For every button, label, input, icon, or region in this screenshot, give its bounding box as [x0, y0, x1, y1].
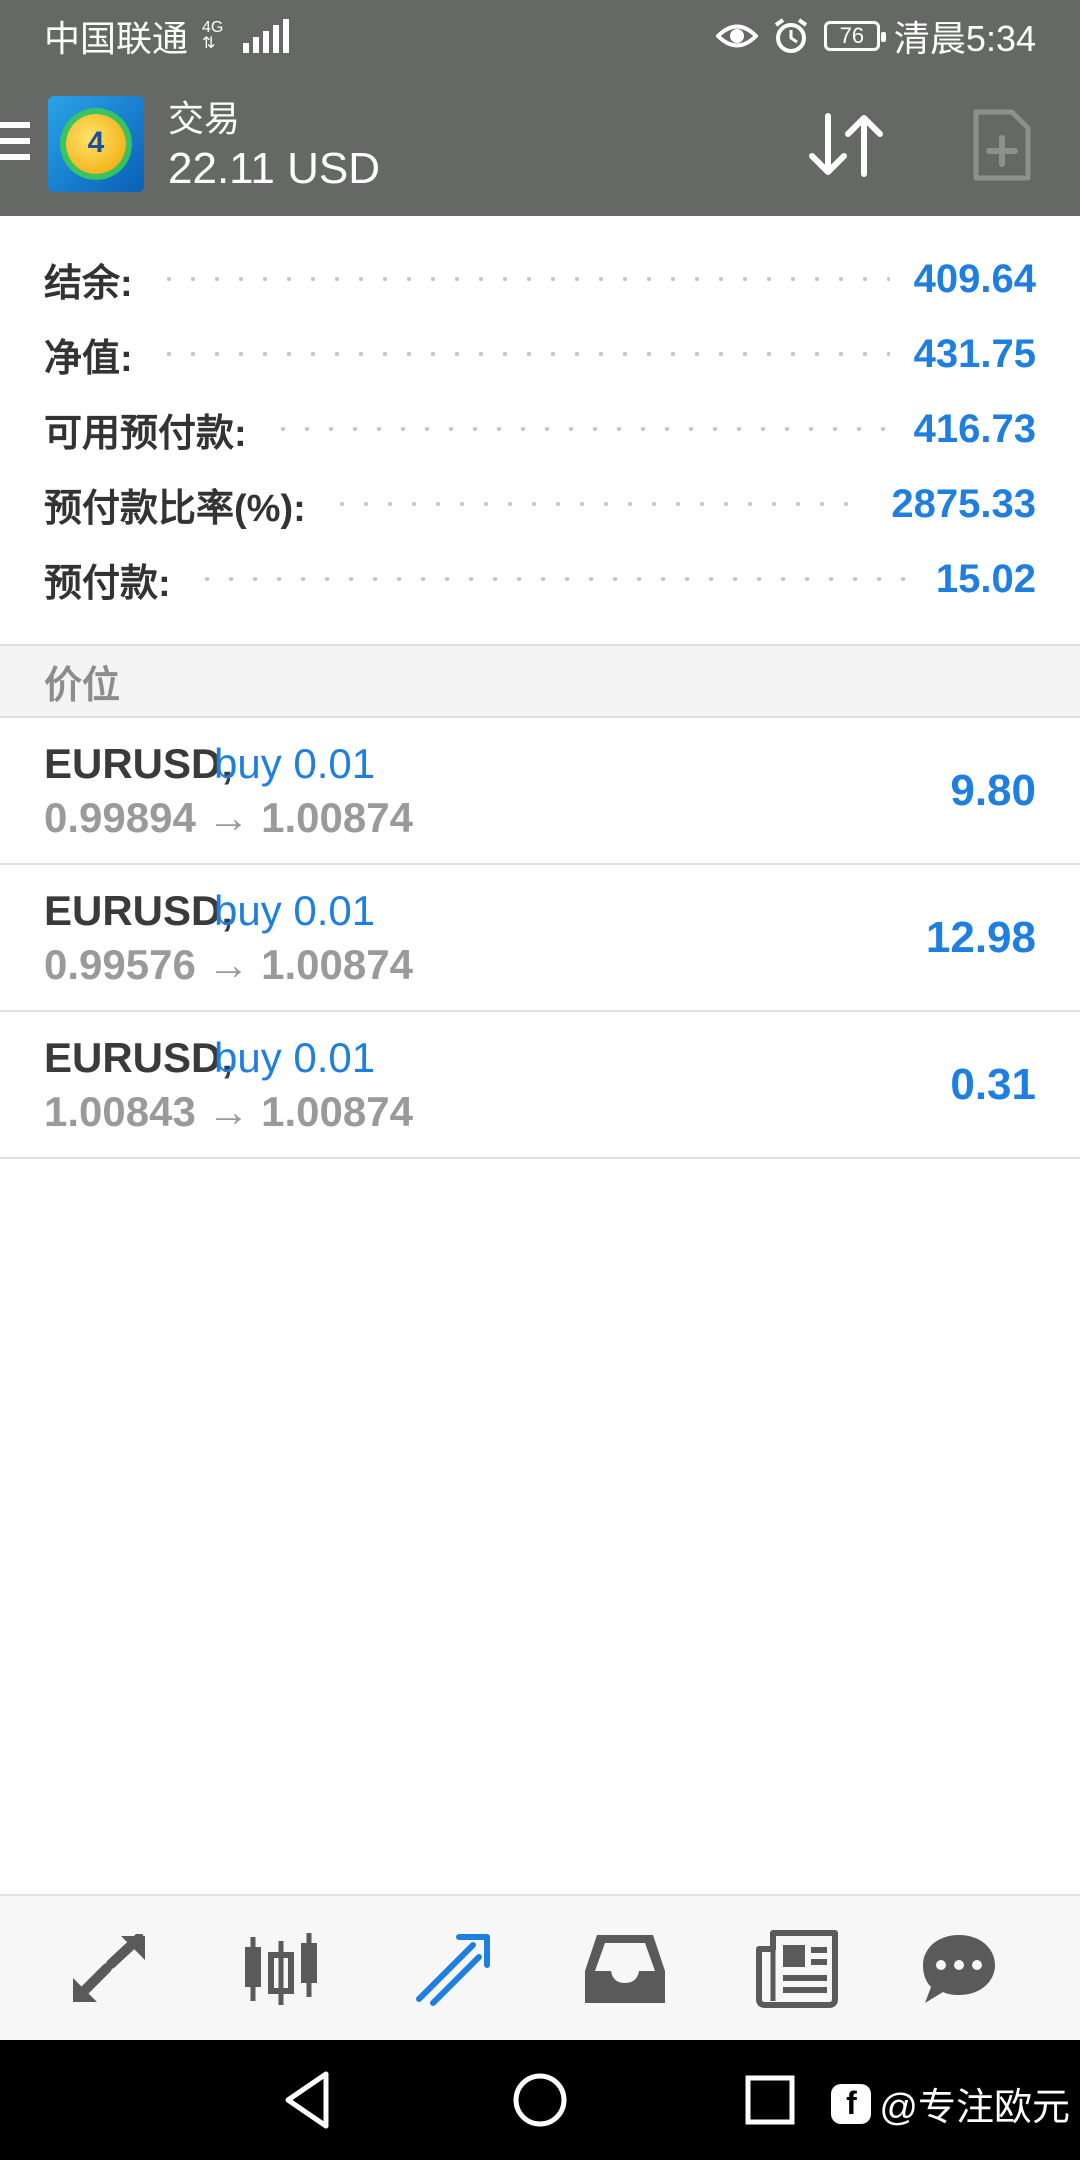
dot-leader: [156, 352, 890, 356]
app-bar: 4 交易 22.11 USD: [0, 72, 1080, 216]
menu-icon[interactable]: [0, 122, 30, 166]
back-icon[interactable]: [276, 2068, 340, 2132]
alarm-icon: [774, 18, 808, 53]
trade-icon[interactable]: [408, 1926, 498, 2012]
position-row[interactable]: EURUSD, buy 0.01 1.00843 → 1.00874 0.31: [0, 1012, 1080, 1159]
account-summary: 结余: 409.64 净值: 431.75 可用预付款: 416.73 预付款比…: [0, 216, 1080, 644]
platform-logo-icon: f: [831, 2083, 872, 2124]
news-icon[interactable]: [752, 1926, 842, 2012]
sort-order-icon[interactable]: [806, 110, 886, 180]
positions-section-header: 价位: [0, 644, 1080, 718]
status-left: 中国联通 4G ⇅: [44, 10, 290, 62]
summary-row-balance: 结余: 409.64: [44, 256, 1036, 305]
clock: 清晨5:34: [893, 18, 1036, 59]
bottom-navigation: [0, 1894, 1080, 2040]
position-side: buy 0.01: [214, 887, 376, 934]
position-profit: 0.31: [950, 1060, 1036, 1109]
quotes-icon[interactable]: [64, 1926, 154, 2012]
network-type: 4G ⇅: [202, 19, 224, 52]
position-prices: 1.00843 → 1.00874: [44, 1088, 413, 1135]
summary-row-margin-level: 预付款比率(%): 2875.33: [44, 481, 1036, 530]
system-nav-bar: f @专注欧元: [0, 2040, 1080, 2160]
status-bar: 中国联通 4G ⇅ 76 清晨5:34: [0, 0, 1080, 72]
watermark: f @专注欧元: [831, 2076, 1070, 2131]
recent-apps-icon[interactable]: [738, 2068, 802, 2132]
position-profit: 12.98: [925, 913, 1036, 962]
battery-icon: 76: [823, 21, 886, 51]
new-order-icon[interactable]: [972, 108, 1032, 182]
dot-leader: [270, 427, 890, 431]
summary-row-margin: 预付款: 15.02: [44, 556, 1036, 605]
position-row[interactable]: EURUSD, buy 0.01 0.99576 → 1.00874 12.98: [0, 865, 1080, 1012]
home-icon[interactable]: [508, 2068, 572, 2132]
summary-row-free-margin: 可用预付款: 416.73: [44, 406, 1036, 455]
account-balance: 22.11 USD: [168, 144, 380, 193]
position-row[interactable]: EURUSD, buy 0.01 0.99894 → 1.00874 9.80: [0, 718, 1080, 865]
dot-leader: [194, 577, 912, 581]
position-symbol: EURUSD,: [44, 740, 234, 787]
dot-leader: [156, 277, 890, 281]
chat-icon[interactable]: [914, 1926, 1004, 2012]
position-side: buy 0.01: [214, 1034, 376, 1081]
summary-row-equity: 净值: 431.75: [44, 331, 1036, 380]
signal-icon: [243, 19, 290, 53]
positions-list: EURUSD, buy 0.01 0.99894 → 1.00874 9.80 …: [0, 718, 1080, 1159]
metatrader-logo-icon: 4: [48, 96, 144, 192]
position-prices: 0.99576 → 1.00874: [44, 941, 413, 988]
dot-leader: [329, 502, 868, 506]
carrier-name: 中国联通: [44, 18, 189, 59]
position-symbol: EURUSD,: [44, 887, 234, 934]
status-right: 76 清晨5:34: [715, 10, 1036, 62]
position-profit: 9.80: [950, 766, 1036, 815]
page-title: 交易: [168, 98, 241, 139]
position-prices: 0.99894 → 1.00874: [44, 794, 413, 841]
position-side: buy 0.01: [214, 740, 376, 787]
position-symbol: EURUSD,: [44, 1034, 234, 1081]
watermark-text: @专注欧元: [879, 2087, 1070, 2129]
eye-icon: [715, 24, 758, 48]
history-icon[interactable]: [580, 1926, 670, 2012]
chart-icon[interactable]: [236, 1926, 326, 2012]
